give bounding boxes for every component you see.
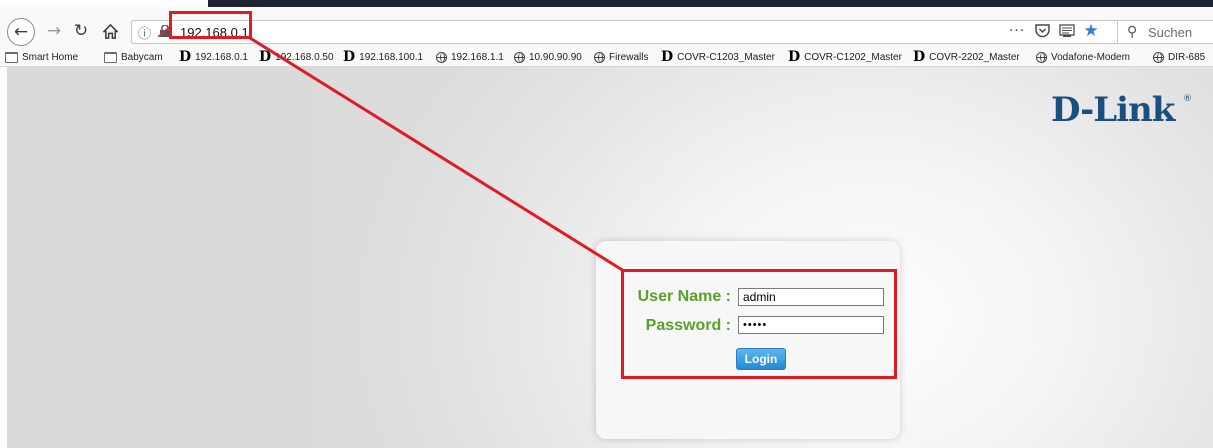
- bookmark-label: 192.168.0.1: [195, 51, 248, 63]
- folder-icon: [104, 51, 117, 63]
- search-icon: ⚲: [1127, 24, 1138, 40]
- bookmark-label: COVR-C1203_Master: [677, 51, 775, 63]
- bookmark-item[interactable]: D COVR-2202_Master: [913, 50, 1020, 64]
- forward-button[interactable]: →: [44, 19, 64, 43]
- dlink-icon: D: [788, 48, 801, 65]
- home-button[interactable]: [99, 19, 121, 43]
- dlink-icon: D: [343, 48, 356, 65]
- bookmark-label: DIR-685: [1168, 51, 1206, 63]
- dlink-icon: D: [179, 48, 192, 65]
- info-icon[interactable]: ⓘ: [138, 23, 151, 42]
- pocket-icon[interactable]: [1033, 22, 1051, 40]
- bookmark-item[interactable]: 10.90.90.90: [514, 50, 582, 64]
- globe-icon: [1153, 51, 1164, 63]
- bookmark-label: 10.90.90.90: [529, 51, 582, 63]
- bookmarks-bar: Smart Home Babycam D 192.168.0.1 D 192.168…: [0, 47, 1213, 67]
- globe-icon: [594, 51, 605, 63]
- bookmark-label: 192.168.0.50: [275, 51, 334, 63]
- star-icon[interactable]: ★: [1082, 21, 1100, 41]
- bookmark-item[interactable]: Babycam: [104, 50, 163, 64]
- router-login-page: D-Link ® User Name : Password : Login: [0, 67, 1213, 448]
- dlink-logo: D-Link: [1051, 90, 1175, 130]
- bookmark-item[interactable]: D 192.168.0.50: [259, 50, 334, 64]
- bookmark-label: Vodafone-Modem: [1051, 51, 1130, 63]
- bookmark-label: 192.168.100.1: [359, 51, 424, 63]
- arrow-right-icon: →: [46, 21, 62, 41]
- reload-icon: ↻: [73, 21, 89, 41]
- registered-mark: ®: [1183, 94, 1192, 104]
- globe-icon: [436, 51, 447, 63]
- folder-icon: [5, 51, 18, 63]
- bookmark-item[interactable]: D COVR-C1203_Master: [661, 50, 775, 64]
- bookmark-item[interactable]: Vodafone-Modem: [1036, 50, 1130, 64]
- bookmark-label: 192.168.1.1: [451, 51, 504, 63]
- bookmark-label: Firewalls: [609, 51, 649, 63]
- bookmark-item[interactable]: Firewalls: [594, 50, 648, 64]
- url-annotation-box: [169, 11, 252, 39]
- dlink-icon: D: [259, 48, 272, 65]
- bookmark-label: Babycam: [121, 51, 163, 63]
- bookmark-item[interactable]: D 192.168.100.1: [343, 50, 423, 64]
- bookmark-item[interactable]: DIR-685: [1153, 50, 1205, 64]
- reader-view-icon[interactable]: [1058, 22, 1076, 40]
- more-icon[interactable]: ···: [1007, 22, 1027, 40]
- arrow-left-icon: ←: [13, 22, 29, 42]
- globe-icon: [1036, 51, 1047, 63]
- globe-icon: [514, 51, 525, 63]
- address-bar[interactable]: ⓘ 192.168.0.1: [131, 20, 1121, 44]
- login-annotation-box: [621, 269, 897, 379]
- dlink-icon: D: [913, 48, 926, 65]
- bookmark-label: COVR-2202_Master: [929, 51, 1020, 63]
- search-input[interactable]: ⚲ Suchen: [1117, 20, 1213, 44]
- back-button[interactable]: ←: [7, 18, 35, 46]
- window-top-strip: [208, 0, 1213, 7]
- reload-button[interactable]: ↻: [70, 19, 92, 43]
- home-icon: [102, 23, 118, 39]
- left-panel: [7, 67, 311, 448]
- bookmark-label: Smart Home: [22, 51, 79, 63]
- bookmark-label: COVR-C1202_Master: [804, 51, 902, 63]
- bookmark-item[interactable]: D COVR-C1202_Master: [788, 50, 902, 64]
- bookmark-item[interactable]: D 192.168.0.1: [179, 50, 248, 64]
- search-placeholder: Suchen: [1148, 25, 1193, 40]
- bookmark-item[interactable]: Smart Home: [5, 50, 78, 64]
- bookmark-item[interactable]: 192.168.1.1: [436, 50, 504, 64]
- dlink-icon: D: [661, 48, 674, 65]
